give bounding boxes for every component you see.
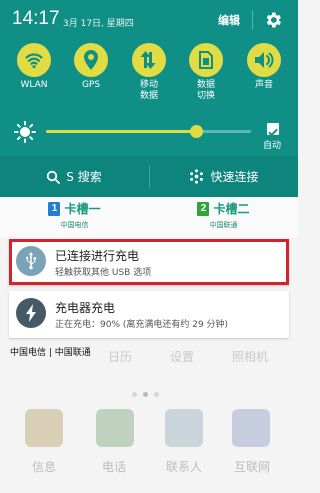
date: 3月 17日, 星期四	[63, 19, 134, 29]
lightning-icon	[16, 298, 46, 328]
qs-gps-label: GPS	[81, 80, 101, 90]
page-dot	[154, 392, 159, 397]
page-indicator	[130, 392, 170, 398]
dock-label-phone: 电话	[101, 460, 126, 474]
s-search-button[interactable]: S 搜索	[0, 156, 148, 197]
dock-label-internet: 互联网	[233, 460, 270, 474]
sim-switch-icon	[189, 43, 223, 77]
sim-2-carrier: 中国联通	[209, 221, 238, 229]
notification-title: 已连接进行充电	[55, 249, 140, 263]
dock-label-contacts: 联系人	[165, 460, 202, 474]
brightness-fill	[46, 130, 196, 133]
speaker-icon	[247, 43, 281, 77]
brightness-thumb[interactable]	[189, 125, 203, 138]
wifi-icon	[17, 43, 51, 77]
app-label-settings: 设置	[170, 350, 195, 364]
qs-wlan[interactable]: WLAN	[9, 43, 59, 91]
brightness-slider[interactable]	[46, 125, 251, 138]
notification-title: 充电器充电	[55, 301, 116, 315]
auto-brightness-checkbox[interactable]	[267, 123, 279, 137]
sim-slot-1[interactable]: 1 卡槽一 中国电信	[0, 200, 149, 230]
auto-brightness-label: 自动	[263, 141, 282, 151]
quick-connect-icon	[190, 169, 204, 184]
carrier-label: 中国电信 | 中国联通	[10, 348, 91, 358]
dock-label-messages: 信息	[31, 460, 56, 474]
notification-subtitle: 轻触获取其他 USB 选项	[55, 268, 152, 278]
qs-data-switch[interactable]: 数据 切换	[181, 43, 231, 102]
notification-panel: 14:17 3月 17日, 星期四 编辑 WLAN GPS 移动 数据 数据 切…	[0, 0, 298, 197]
notification-subtitle: 正在充电：90% (离充满电还有约 29 分钟)	[55, 320, 229, 330]
divider	[252, 10, 253, 30]
checkmark-icon	[268, 128, 278, 137]
contacts-icon	[165, 409, 203, 447]
qs-data-switch-label: 数据 切换	[196, 80, 215, 101]
quick-connect-button[interactable]: 快速连接	[150, 156, 298, 197]
sim-2-number-badge: 2	[197, 201, 210, 216]
action-row: S 搜索 快速连接	[0, 156, 298, 197]
sim-1-name: 卡槽一	[64, 202, 101, 216]
search-icon	[47, 170, 61, 184]
usb-icon	[16, 246, 46, 276]
app-label-calendar: 日历	[108, 350, 133, 364]
sim-1-number-badge: 1	[48, 201, 61, 216]
qs-sound[interactable]: 声音	[239, 43, 289, 91]
usb-charging-notification[interactable]: 已连接进行充电 轻触获取其他 USB 选项	[9, 239, 289, 285]
qs-gps[interactable]: GPS	[66, 43, 116, 91]
messages-icon	[25, 409, 63, 447]
sim-slot-2[interactable]: 2 卡槽二 中国联通	[149, 200, 298, 230]
app-label-camera: 照相机	[232, 350, 269, 364]
brightness-auto-icon	[14, 121, 36, 143]
s-search-label: S 搜索	[66, 170, 102, 184]
page-dot	[143, 392, 148, 397]
internet-icon	[232, 409, 270, 447]
charger-notification[interactable]: 充电器充电 正在充电：90% (离充满电还有约 29 分钟)	[9, 291, 289, 338]
location-pin-icon	[74, 43, 108, 77]
sim-card-bar: 1 卡槽一 中国电信 2 卡槽二 中国联通	[0, 197, 298, 237]
qs-sound-label: 声音	[254, 80, 273, 90]
phone-icon	[96, 409, 134, 447]
mobile-data-icon	[132, 43, 166, 77]
edit-button[interactable]: 编辑	[218, 12, 240, 28]
page-dot	[132, 392, 137, 397]
quick-settings: WLAN GPS 移动 数据 数据 切换 声音	[0, 43, 298, 111]
sim-2-name: 卡槽二	[213, 202, 250, 216]
sim-1-carrier: 中国电信	[60, 221, 89, 229]
quick-connect-label: 快速连接	[210, 170, 259, 184]
clock: 14:17	[12, 8, 60, 29]
qs-mobile-data[interactable]: 移动 数据	[124, 43, 174, 102]
gear-icon[interactable]	[263, 10, 283, 30]
qs-mobile-data-label: 移动 数据	[139, 80, 158, 101]
qs-wlan-label: WLAN	[20, 80, 48, 90]
status-bar: 14:17 3月 17日, 星期四 编辑	[0, 0, 298, 40]
